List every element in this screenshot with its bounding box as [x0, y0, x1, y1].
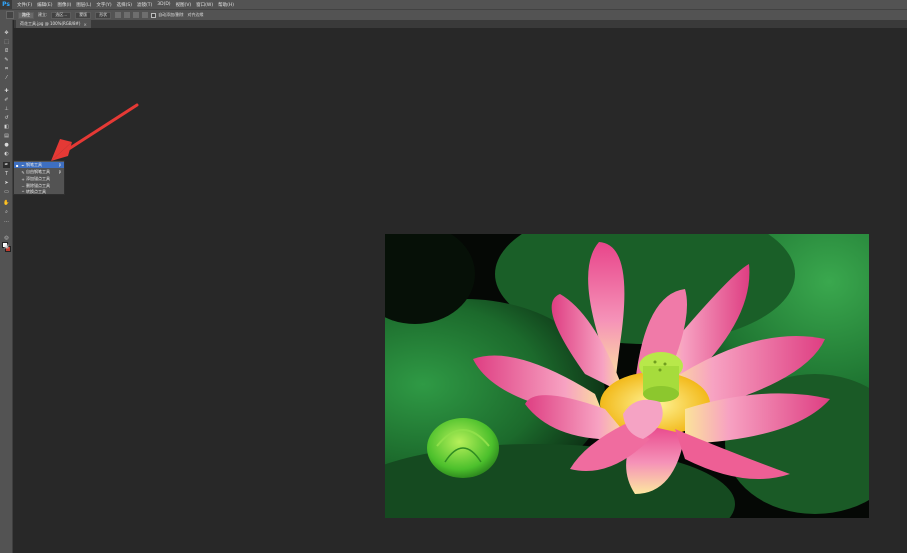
- lotus-photo: [385, 234, 869, 518]
- path-align-icon[interactable]: [124, 12, 131, 18]
- quick-mask-icon[interactable]: ◎: [3, 235, 10, 241]
- document-tab[interactable]: 荷花工具.jpg @ 100%(RGB/8#) ×: [16, 20, 91, 28]
- document-tab-label: 荷花工具.jpg @ 100%(RGB/8#): [20, 21, 81, 26]
- crop-icon[interactable]: ⌗: [3, 66, 10, 72]
- flyout-item-add-anchor[interactable]: + 添加锚点工具: [14, 176, 64, 182]
- menu-3d[interactable]: 3D(D): [157, 2, 170, 7]
- menu-edit[interactable]: 编辑(E): [37, 2, 52, 8]
- path-arrange-icon[interactable]: [133, 12, 140, 18]
- make-label: 建立:: [38, 12, 48, 17]
- pen-icon[interactable]: ✒: [3, 162, 10, 168]
- screen-mode-icon[interactable]: ▣: [3, 244, 10, 250]
- flyout-item-label: 转换点工具: [26, 189, 46, 194]
- menu-help[interactable]: 帮助(H): [218, 2, 234, 8]
- blur-icon[interactable]: ●: [3, 142, 10, 148]
- menu-select[interactable]: 选择(S): [117, 2, 132, 8]
- selection-button[interactable]: 选区...: [51, 11, 72, 19]
- ps-logo: Ps: [0, 0, 12, 9]
- healing-brush-icon[interactable]: ✚: [3, 88, 10, 94]
- menu-file[interactable]: 文件(F): [17, 2, 32, 8]
- flyout-item-label: 自由钢笔工具: [26, 169, 50, 174]
- menu-layer[interactable]: 图层(L): [76, 2, 91, 8]
- hand-icon[interactable]: ✋: [3, 200, 10, 206]
- align-edges-label[interactable]: 对齐边缘: [188, 12, 204, 18]
- auto-add-delete-checkbox[interactable]: [151, 12, 157, 18]
- more-tools-icon[interactable]: …: [3, 218, 10, 224]
- flyout-item-label: 添加锚点工具: [26, 176, 50, 181]
- clone-stamp-icon[interactable]: ⊥: [3, 106, 10, 112]
- menu-view[interactable]: 视图(V): [176, 2, 192, 8]
- auto-add-delete-label: 自动添加/删除: [158, 12, 184, 17]
- gear-icon[interactable]: [142, 12, 149, 18]
- pen-tool-flyout: ▪ ✒ 钢笔工具 P ✎ 自由钢笔工具 P + 添加锚点工具 − 删除锚点工具 …: [13, 160, 65, 195]
- options-bar: 路径 建立: 选区... 蒙版 形状 自动添加/删除 对齐边缘: [0, 9, 907, 20]
- mask-button[interactable]: 蒙版: [75, 11, 92, 19]
- photoshop-window: Ps 文件(F) 编辑(E) 图像(I) 图层(L) 文字(Y) 选择(S) 滤…: [0, 0, 907, 553]
- menu-window[interactable]: 窗口(W): [196, 2, 213, 8]
- zoom-icon[interactable]: ⌕: [3, 209, 10, 215]
- flyout-item-pen[interactable]: ▪ ✒ 钢笔工具 P: [14, 162, 64, 168]
- shape-icon[interactable]: ▭: [3, 189, 10, 195]
- eraser-icon[interactable]: ◧: [3, 124, 10, 130]
- type-icon[interactable]: T: [3, 171, 10, 177]
- gradient-icon[interactable]: ▤: [3, 133, 10, 139]
- canvas-image[interactable]: [385, 234, 869, 518]
- brush-icon[interactable]: ✐: [3, 97, 10, 103]
- document-tab-bar: 荷花工具.jpg @ 100%(RGB/8#) ×: [14, 20, 907, 28]
- tools-panel: ✥ ⬚ ᘓ ✎ ⌗ ⁄ ✚ ✐ ⊥ ↺ ◧ ▤ ● ◐ ✒ T ➤ ▭ ✋ ⌕ …: [0, 20, 13, 553]
- menu-bar: Ps 文件(F) 编辑(E) 图像(I) 图层(L) 文字(Y) 选择(S) 滤…: [0, 0, 907, 9]
- flyout-item-label: 钢笔工具: [26, 162, 42, 167]
- menu-filter[interactable]: 滤镜(T): [137, 2, 152, 8]
- flyout-item-freeform-pen[interactable]: ✎ 自由钢笔工具 P: [14, 169, 64, 175]
- quick-select-icon[interactable]: ✎: [3, 57, 10, 63]
- flyout-shortcut: P: [58, 162, 61, 168]
- flyout-item-convert-point[interactable]: ^ 转换点工具: [14, 189, 64, 195]
- path-select-icon[interactable]: ➤: [3, 180, 10, 186]
- dodge-icon[interactable]: ◐: [3, 151, 10, 157]
- mode-select[interactable]: 路径: [18, 11, 34, 19]
- lasso-icon[interactable]: ᘓ: [3, 48, 10, 54]
- flyout-shortcut: P: [58, 169, 61, 175]
- close-icon[interactable]: ×: [83, 22, 86, 27]
- eyedropper-icon[interactable]: ⁄: [3, 75, 10, 81]
- marquee-icon[interactable]: ⬚: [3, 39, 10, 45]
- menu-type[interactable]: 文字(Y): [96, 2, 111, 8]
- history-brush-icon[interactable]: ↺: [3, 115, 10, 121]
- shape-button[interactable]: 形状: [95, 11, 112, 19]
- path-ops-icon[interactable]: [115, 12, 122, 18]
- menu-image[interactable]: 图像(I): [57, 2, 71, 8]
- move-icon[interactable]: ✥: [3, 30, 10, 36]
- pen-preset-icon[interactable]: [6, 11, 14, 19]
